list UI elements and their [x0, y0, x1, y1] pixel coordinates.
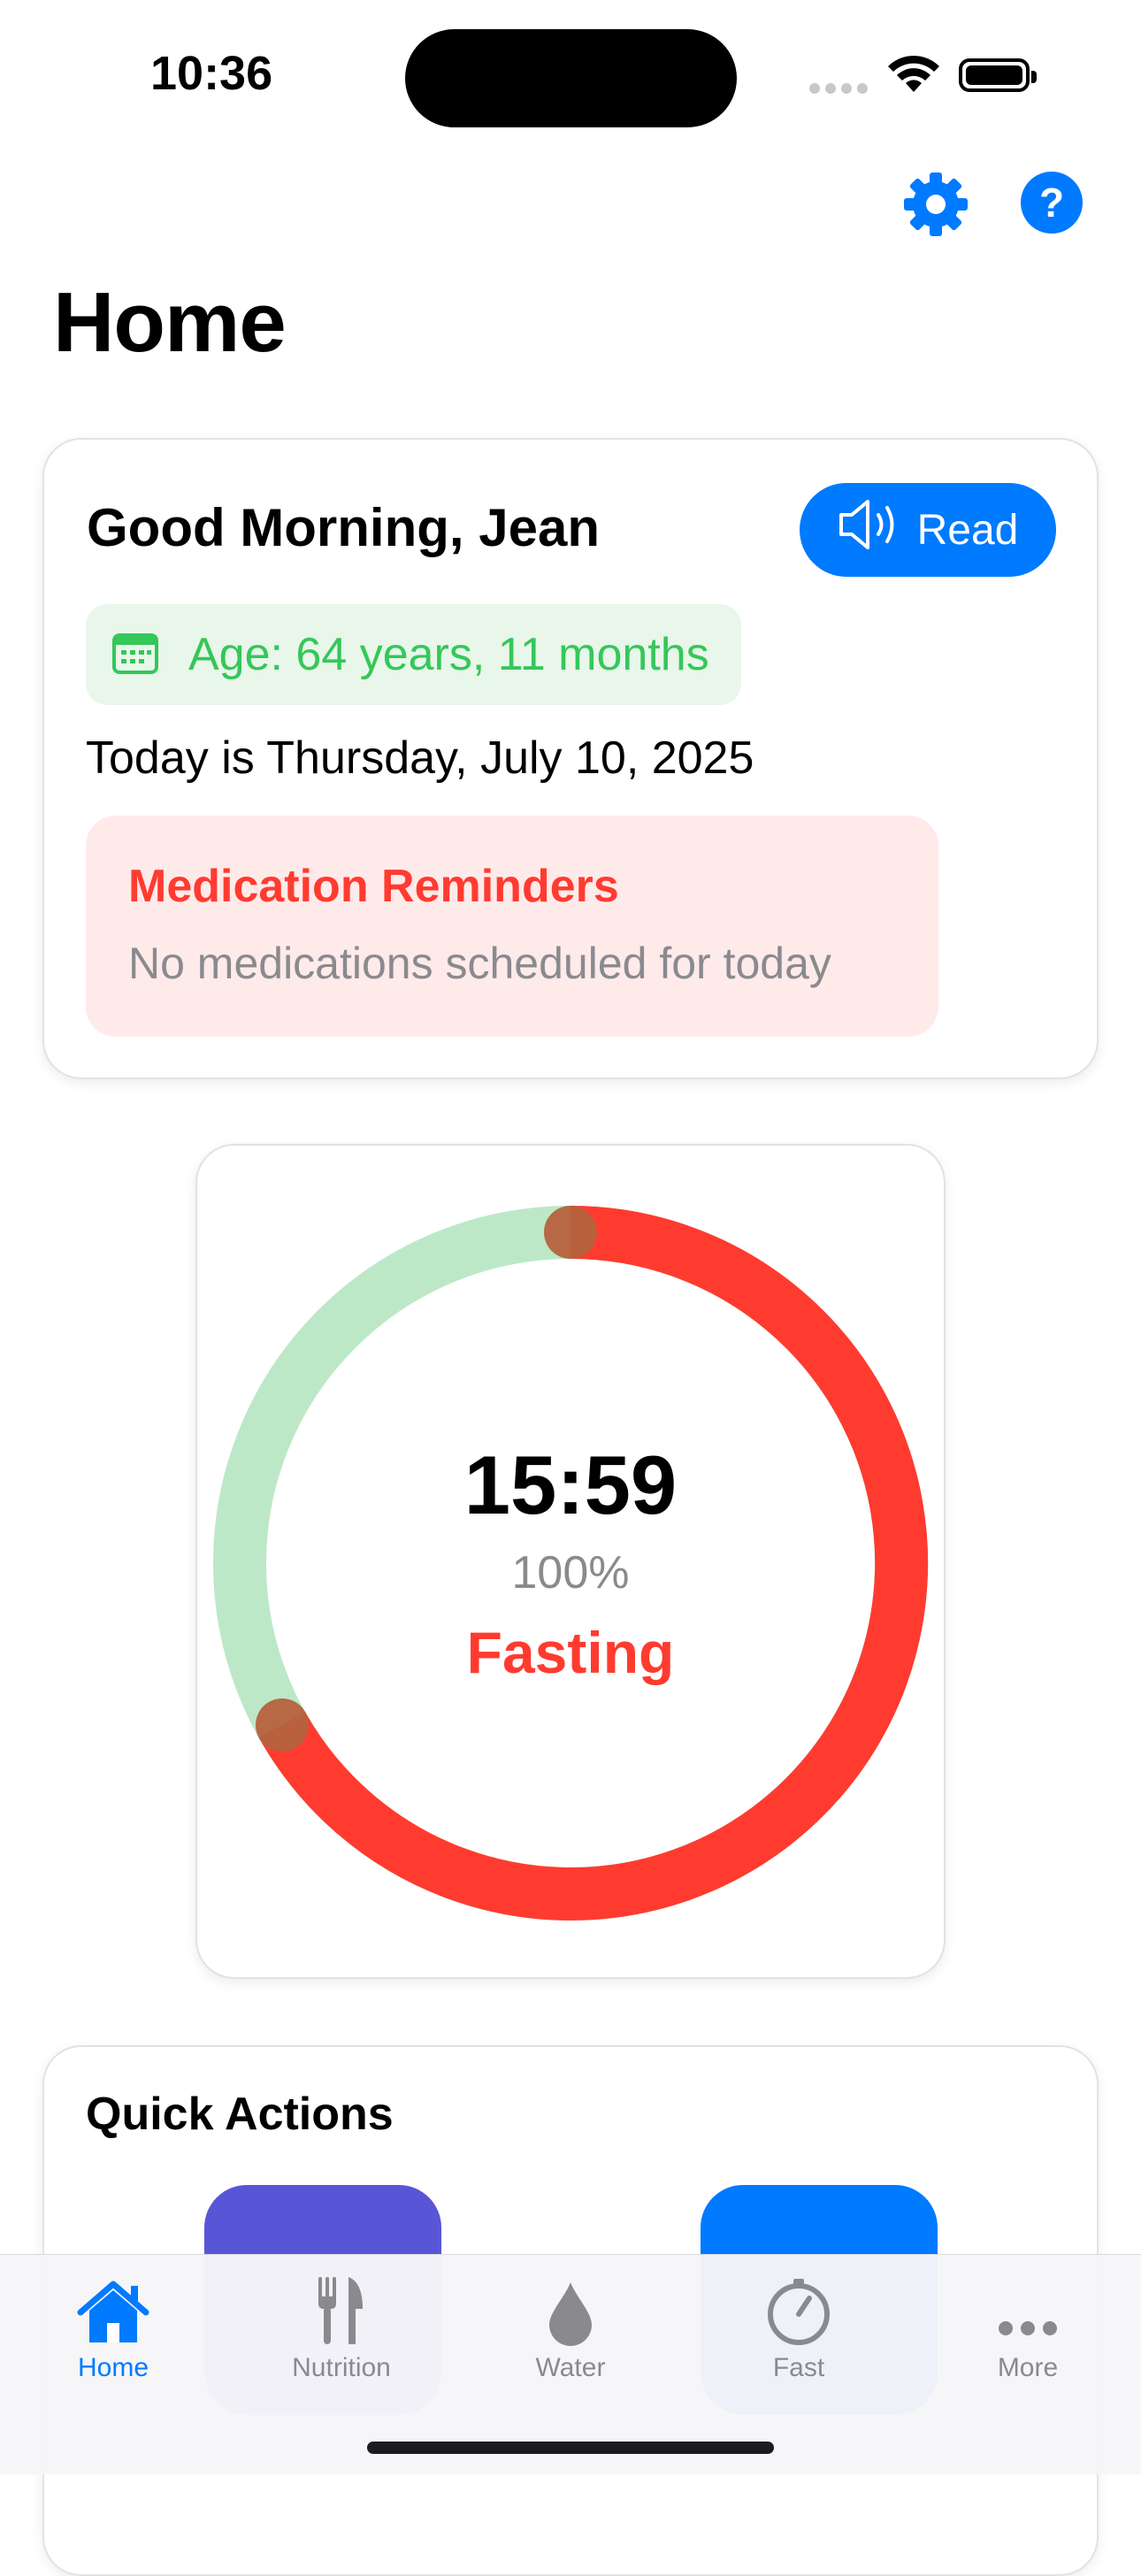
read-button-label: Read: [916, 506, 1019, 554]
home-indicator[interactable]: [367, 2442, 774, 2454]
speaker-icon: [838, 497, 901, 563]
page-title: Home: [53, 275, 287, 370]
calendar-icon: [112, 632, 158, 678]
age-text: Age: 64 years, 11 months: [188, 629, 709, 680]
medication-reminders-message: No medications scheduled for today: [128, 939, 831, 988]
today-date: Today is Thursday, July 10, 2025: [86, 732, 754, 784]
settings-gear-icon[interactable]: [902, 171, 969, 238]
status-time: 10:36: [150, 47, 273, 100]
ellipsis-icon: [997, 2265, 1059, 2346]
read-aloud-button[interactable]: Read: [800, 483, 1056, 577]
tab-label: Fast: [772, 2353, 825, 2382]
cellular-signal-icon: [809, 82, 873, 98]
tab-nutrition[interactable]: Nutrition: [253, 2265, 430, 2397]
fasting-elapsed-time: 15:59: [463, 1438, 678, 1531]
tab-label: Nutrition: [292, 2353, 391, 2382]
fasting-status: Fasting: [466, 1620, 675, 1685]
tab-label: Water: [535, 2353, 606, 2382]
medication-reminders-title: Medication Reminders: [128, 861, 619, 912]
greeting-text: Good Morning, Jean: [87, 498, 600, 557]
house-icon: [75, 2265, 151, 2346]
tab-home[interactable]: Home: [25, 2265, 202, 2397]
timer-icon: [765, 2265, 832, 2346]
tab-water[interactable]: Water: [482, 2265, 659, 2397]
water-drop-icon: [546, 2265, 595, 2346]
fast-end-marker: [256, 1698, 309, 1752]
wifi-icon: [886, 53, 941, 98]
age-badge: Age: 64 years, 11 months: [86, 604, 741, 705]
fast-start-marker: [544, 1206, 597, 1259]
tab-label: Home: [77, 2353, 149, 2382]
tab-label: More: [997, 2353, 1059, 2382]
tab-fast[interactable]: Fast: [710, 2265, 887, 2397]
quick-actions-title: Quick Actions: [86, 2089, 394, 2140]
medication-reminders-box[interactable]: [86, 816, 938, 1037]
question-mark-icon: ?: [1038, 180, 1065, 226]
fasting-percent: 100%: [511, 1547, 630, 1598]
fork-knife-icon: [317, 2265, 366, 2346]
dynamic-island: [405, 29, 737, 127]
battery-icon: [959, 58, 1037, 92]
tab-more[interactable]: More: [939, 2265, 1116, 2397]
help-button[interactable]: ?: [1021, 172, 1083, 234]
